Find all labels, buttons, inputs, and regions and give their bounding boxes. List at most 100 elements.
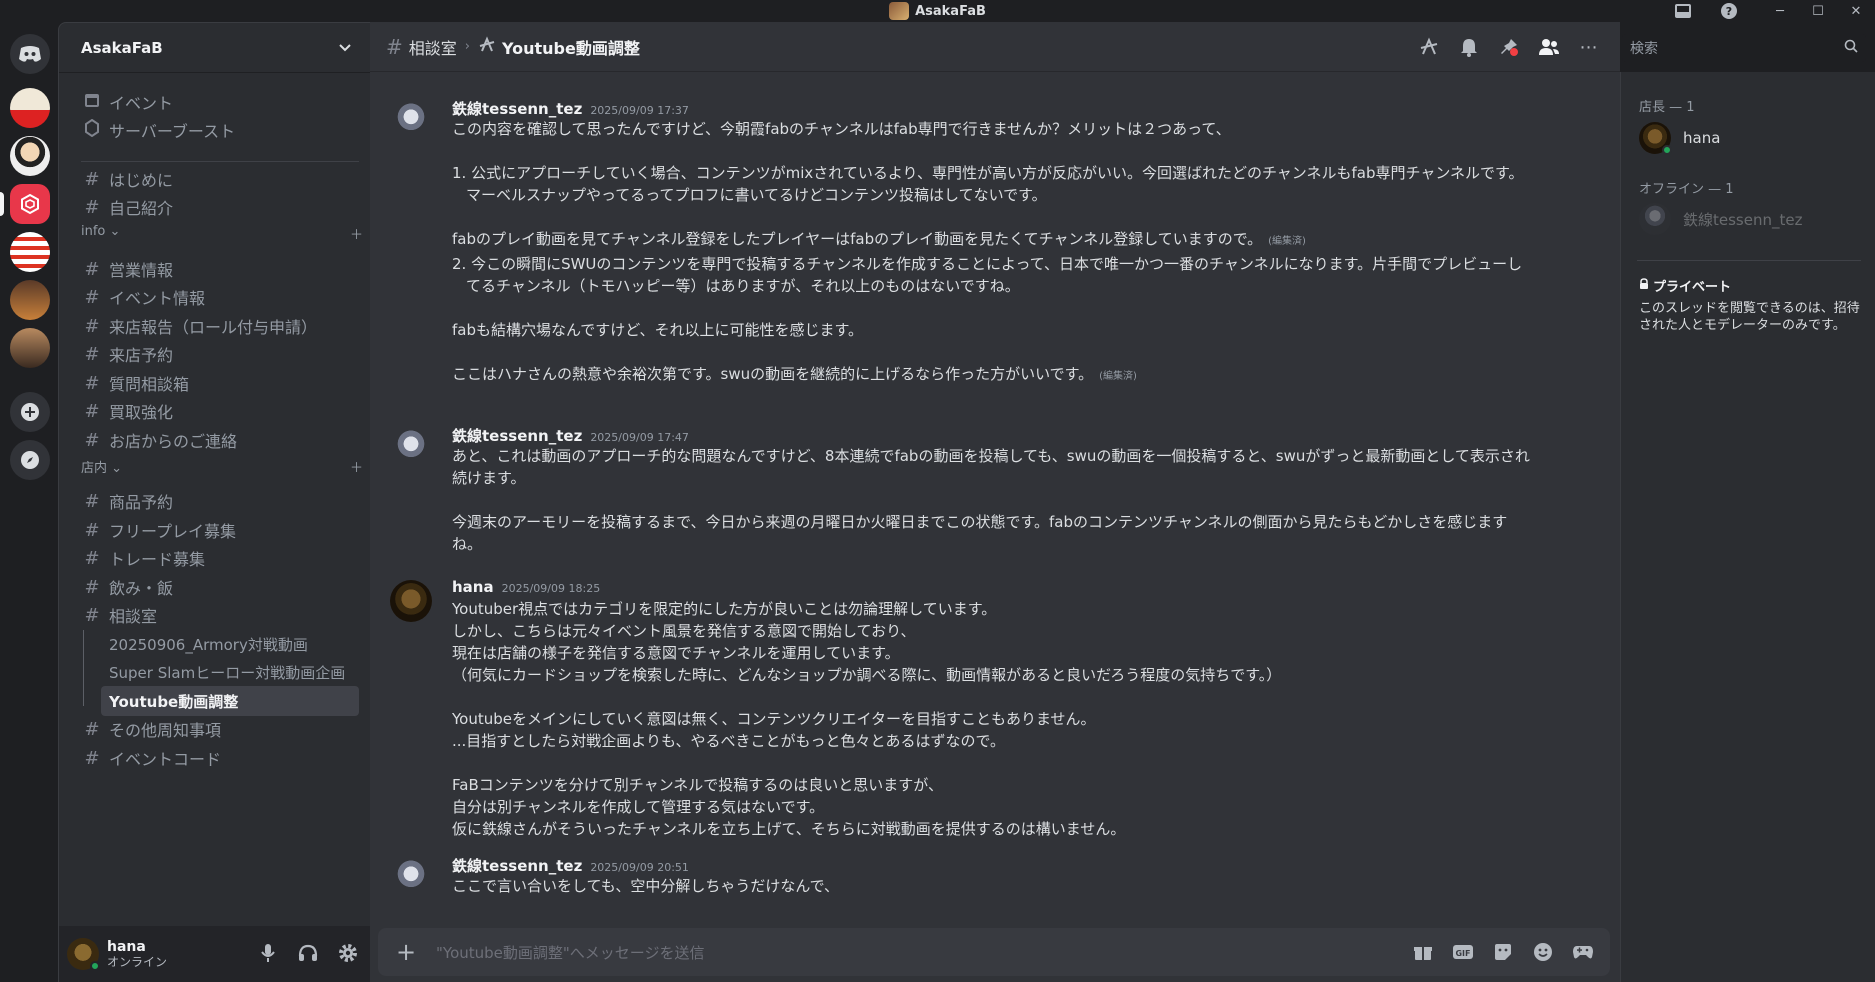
online-status-dot: [90, 961, 100, 971]
server-icon-asakafab[interactable]: [10, 184, 50, 224]
close-icon[interactable]: ✕: [1837, 4, 1875, 19]
chat-area: # 相談室 › Youtube動画調整 ⋯ 検索 鉄線tessenn_tez 2…: [370, 22, 1866, 982]
threads-icon[interactable]: [1418, 36, 1440, 58]
message-line: [452, 297, 1590, 319]
sidebar-item-events[interactable]: イベント: [69, 87, 359, 117]
explore-servers-icon[interactable]: [10, 440, 50, 480]
message-line: （何気にカードショップを検索した時に、どんなショップか調べる際に、動画情報がある…: [452, 666, 1282, 684]
attach-plus-icon[interactable]: +: [394, 938, 418, 966]
message-text: fabのプレイ動画を見てチャンネル登録をしたプレイヤーはfabのプレイ動画を見た…: [452, 230, 1263, 248]
sticker-icon[interactable]: [1492, 941, 1514, 963]
channel-eigyo[interactable]: # 営業情報: [69, 254, 359, 284]
add-server-icon[interactable]: [10, 392, 50, 432]
member-list: 店長 — 1 hana オフライン — 1 鉄線tessenn_tez プライベ…: [1620, 72, 1875, 982]
activities-gamepad-icon[interactable]: [1572, 941, 1594, 963]
message-body: この内容を確認して思ったんですけど、今朝霞fabのチャンネルはfab専門で行きま…: [452, 118, 1590, 388]
private-title-text: プライベート: [1653, 280, 1732, 295]
maximize-icon[interactable]: ☐: [1799, 4, 1837, 19]
channel-store-notice[interactable]: # お店からのご連絡: [69, 425, 359, 455]
message-item[interactable]: 鉄線tessenn_tez 2025/09/09 17:47 あと、これは動画の…: [390, 425, 1590, 555]
server-header[interactable]: AsakaFaB: [59, 23, 370, 73]
gift-icon[interactable]: [1412, 941, 1434, 963]
member-item[interactable]: hana: [1639, 122, 1720, 155]
message-item[interactable]: 鉄線tessenn_tez 2025/09/09 17:37 この内容を確認して…: [390, 98, 1590, 388]
pin-icon[interactable]: [1498, 36, 1520, 58]
emoji-icon[interactable]: [1532, 941, 1554, 963]
channel-food[interactable]: # 飲み・飯: [69, 572, 359, 602]
member-divider: [1637, 260, 1861, 261]
gif-icon[interactable]: GIF: [1452, 941, 1474, 963]
hash-icon: #: [84, 258, 100, 280]
add-channel-icon[interactable]: ＋: [350, 224, 363, 243]
more-options-icon[interactable]: ⋯: [1578, 36, 1600, 58]
message-author[interactable]: 鉄線tessenn_tez: [452, 98, 582, 119]
server-icon-2[interactable]: [10, 136, 50, 176]
thread-super-slam[interactable]: Super Slamヒーロー対戦動画企画: [101, 657, 359, 687]
channel-header: # 相談室 › Youtube動画調整 ⋯ 検索: [370, 22, 1866, 72]
message-author[interactable]: hana: [452, 578, 494, 596]
avatar[interactable]: [67, 938, 100, 971]
channel-consult[interactable]: # 相談室: [69, 600, 359, 630]
search-icon: [1844, 39, 1858, 57]
message-timestamp: 2025/09/09 17:37: [590, 104, 689, 117]
message-body: ここで言い合いをしても、空中分解しちゃうだけなんで、: [452, 875, 1590, 897]
category-label: info: [81, 224, 106, 239]
search-input[interactable]: 検索: [1622, 34, 1866, 62]
hash-icon: #: [84, 400, 100, 422]
avatar[interactable]: [390, 427, 432, 469]
channel-product-reserve[interactable]: # 商品予約: [69, 486, 359, 516]
add-channel-icon[interactable]: ＋: [350, 457, 363, 476]
headphones-icon[interactable]: [297, 942, 319, 964]
channel-buyback[interactable]: # 買取強化: [69, 396, 359, 426]
avatar: [1639, 122, 1672, 155]
member-list-icon[interactable]: [1538, 36, 1560, 58]
channel-hajimeni[interactable]: # はじめに: [69, 164, 359, 194]
breadcrumb-parent[interactable]: # 相談室: [386, 35, 457, 59]
server-icon-5[interactable]: [10, 280, 50, 320]
inbox-icon[interactable]: [1673, 2, 1693, 20]
channel-visit-reserve[interactable]: # 来店予約: [69, 339, 359, 369]
channel-event-info[interactable]: # イベント情報: [69, 282, 359, 312]
message-composer[interactable]: + "Youtube動画調整"へメッセージを送信 GIF: [378, 928, 1610, 976]
message-author[interactable]: 鉄線tessenn_tez: [452, 855, 582, 876]
server-icon-4[interactable]: [10, 232, 50, 272]
member-item[interactable]: 鉄線tessenn_tez: [1639, 203, 1802, 235]
category-store[interactable]: 店内 ⌄ ＋: [81, 457, 363, 476]
message-item[interactable]: hana 2025/09/09 18:25 Youtuber視点ではカテゴリを限…: [390, 578, 1590, 840]
notification-bell-icon[interactable]: [1458, 36, 1480, 58]
server-icon-6[interactable]: [10, 328, 50, 368]
forum-hash-icon: #: [386, 34, 403, 59]
message-item[interactable]: 鉄線tessenn_tez 2025/09/09 20:51 ここで言い合いをし…: [390, 855, 1590, 899]
minimize-icon[interactable]: ─: [1761, 4, 1799, 19]
message-body: Youtuber視点ではカテゴリを限定的にした方が良いことは勿論理解しています。…: [452, 598, 1590, 840]
thread-icon: [478, 35, 496, 58]
channel-trade[interactable]: # トレード募集: [69, 543, 359, 573]
message-author[interactable]: 鉄線tessenn_tez: [452, 425, 582, 446]
channel-event-code[interactable]: # イベントコード: [69, 743, 359, 773]
forum-hash-icon: #: [84, 490, 100, 512]
thread-tree-line: [83, 630, 84, 706]
message-input[interactable]: "Youtube動画調整"へメッセージを送信: [436, 942, 1412, 963]
avatar[interactable]: [390, 857, 432, 899]
avatar[interactable]: [390, 100, 432, 142]
thread-armory[interactable]: 20250906_Armory対戦動画: [101, 629, 359, 659]
edited-label: (編集済): [1268, 236, 1306, 247]
channel-free-play[interactable]: # フリープレイ募集: [69, 515, 359, 545]
channel-self-intro[interactable]: # 自己紹介: [69, 192, 359, 222]
help-icon[interactable]: ?: [1719, 2, 1739, 20]
channel-visit-report[interactable]: # 来店報告（ロール付与申請）: [69, 311, 359, 341]
calendar-icon: [81, 92, 103, 113]
channel-other-notice[interactable]: # その他周知事項: [69, 714, 359, 744]
category-info[interactable]: info ⌄ ＋: [81, 224, 363, 243]
sidebar-item-server-boost[interactable]: サーバーブースト: [69, 115, 359, 145]
message-line: FaBコンテンツを分けて別チャンネルで投稿するのは良いと思いますが、: [452, 776, 943, 794]
channel-questions[interactable]: # 質問相談箱: [69, 368, 359, 398]
settings-gear-icon[interactable]: [337, 942, 359, 964]
chevron-down-icon: [339, 43, 351, 51]
discord-home-icon[interactable]: [10, 34, 50, 74]
avatar[interactable]: [390, 580, 432, 622]
thread-youtube[interactable]: Youtube動画調整: [101, 686, 359, 716]
thread-label: Super Slamヒーロー対戦動画企画: [109, 663, 346, 682]
server-icon-1[interactable]: [10, 88, 50, 128]
microphone-icon[interactable]: [257, 942, 279, 964]
